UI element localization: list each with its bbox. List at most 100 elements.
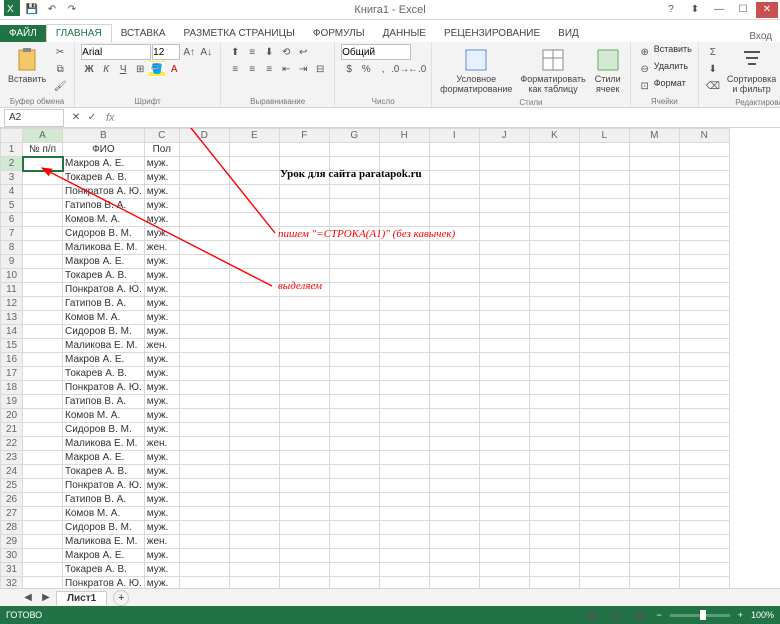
- cell[interactable]: [279, 451, 329, 465]
- row-header[interactable]: 1: [1, 143, 23, 157]
- cell[interactable]: [579, 353, 629, 367]
- cell[interactable]: жен.: [144, 437, 179, 451]
- cell[interactable]: [579, 297, 629, 311]
- cell-styles-button[interactable]: Стили ячеек: [592, 44, 624, 97]
- cell[interactable]: [579, 549, 629, 563]
- fill-color-icon[interactable]: 🪣: [149, 61, 165, 77]
- close-button[interactable]: ✕: [756, 2, 778, 18]
- cell[interactable]: [679, 395, 729, 409]
- cell[interactable]: [23, 493, 63, 507]
- cell[interactable]: [629, 535, 679, 549]
- cell[interactable]: [279, 353, 329, 367]
- cell[interactable]: [579, 395, 629, 409]
- cell[interactable]: [429, 213, 479, 227]
- cell[interactable]: [629, 423, 679, 437]
- cell[interactable]: [379, 157, 429, 171]
- cell[interactable]: [279, 241, 329, 255]
- cell[interactable]: [579, 325, 629, 339]
- cell[interactable]: [179, 297, 229, 311]
- cell[interactable]: [679, 339, 729, 353]
- cell[interactable]: [529, 423, 579, 437]
- cell[interactable]: [229, 465, 279, 479]
- cell[interactable]: [23, 549, 63, 563]
- cell[interactable]: [229, 577, 279, 589]
- cell[interactable]: [329, 311, 379, 325]
- cell[interactable]: [679, 283, 729, 297]
- clear-icon[interactable]: ⌫: [705, 78, 721, 94]
- col-header-C[interactable]: C: [144, 129, 179, 143]
- cell[interactable]: [179, 269, 229, 283]
- cell[interactable]: [529, 185, 579, 199]
- cell[interactable]: [379, 479, 429, 493]
- cell[interactable]: [679, 451, 729, 465]
- cell[interactable]: [329, 535, 379, 549]
- cell[interactable]: [429, 283, 479, 297]
- cell[interactable]: [629, 171, 679, 185]
- cell[interactable]: муж.: [144, 367, 179, 381]
- cell[interactable]: [279, 339, 329, 353]
- col-header-I[interactable]: I: [429, 129, 479, 143]
- indent-inc-icon[interactable]: ⇥: [295, 61, 311, 77]
- tab-view[interactable]: ВИД: [549, 25, 588, 42]
- cancel-icon[interactable]: ✕: [68, 110, 84, 126]
- cell[interactable]: [329, 325, 379, 339]
- cell[interactable]: [23, 353, 63, 367]
- cut-icon[interactable]: ✂: [52, 44, 68, 60]
- row-header[interactable]: 6: [1, 213, 23, 227]
- cell[interactable]: [679, 507, 729, 521]
- cell[interactable]: [479, 143, 529, 157]
- cell[interactable]: [279, 143, 329, 157]
- cell[interactable]: [179, 157, 229, 171]
- cell[interactable]: [679, 143, 729, 157]
- cell[interactable]: Токарев А. В.: [63, 171, 145, 185]
- cell[interactable]: [679, 367, 729, 381]
- cell[interactable]: [529, 325, 579, 339]
- cell[interactable]: [229, 381, 279, 395]
- cell[interactable]: [529, 549, 579, 563]
- row-header[interactable]: 19: [1, 395, 23, 409]
- cell[interactable]: [179, 465, 229, 479]
- cell[interactable]: [229, 185, 279, 199]
- cell[interactable]: Макров А. Е.: [63, 549, 145, 563]
- zoom-in-icon[interactable]: +: [738, 610, 743, 620]
- cell[interactable]: муж.: [144, 157, 179, 171]
- comma-icon[interactable]: ,: [375, 61, 391, 77]
- cell[interactable]: [23, 381, 63, 395]
- cell[interactable]: [529, 283, 579, 297]
- cell[interactable]: [23, 255, 63, 269]
- sort-filter-button[interactable]: Сортировка и фильтр: [725, 44, 778, 97]
- cell[interactable]: [23, 199, 63, 213]
- cell[interactable]: [579, 437, 629, 451]
- cell[interactable]: [329, 143, 379, 157]
- cell[interactable]: [579, 465, 629, 479]
- cell[interactable]: [279, 227, 329, 241]
- cell[interactable]: [229, 507, 279, 521]
- tab-layout[interactable]: РАЗМЕТКА СТРАНИЦЫ: [175, 25, 304, 42]
- cell[interactable]: [579, 199, 629, 213]
- cell[interactable]: [379, 423, 429, 437]
- cell[interactable]: [329, 493, 379, 507]
- col-header-D[interactable]: D: [179, 129, 229, 143]
- cell[interactable]: [379, 325, 429, 339]
- cell[interactable]: [429, 255, 479, 269]
- cell[interactable]: [479, 451, 529, 465]
- cell[interactable]: [529, 395, 579, 409]
- cell[interactable]: [329, 227, 379, 241]
- cell[interactable]: [629, 255, 679, 269]
- cell[interactable]: [23, 367, 63, 381]
- cell[interactable]: [23, 535, 63, 549]
- cell[interactable]: Комов М. А.: [63, 507, 145, 521]
- cell[interactable]: [529, 493, 579, 507]
- fx-icon[interactable]: fx: [100, 112, 121, 124]
- cell[interactable]: [429, 493, 479, 507]
- cell[interactable]: [179, 339, 229, 353]
- cell[interactable]: [529, 143, 579, 157]
- cell[interactable]: [479, 395, 529, 409]
- cell[interactable]: Маликова Е. М.: [63, 339, 145, 353]
- cell[interactable]: [329, 367, 379, 381]
- cell[interactable]: Понкратов А. Ю.: [63, 283, 145, 297]
- cell[interactable]: [579, 171, 629, 185]
- cell[interactable]: [23, 409, 63, 423]
- cell[interactable]: [179, 325, 229, 339]
- cell[interactable]: [329, 479, 379, 493]
